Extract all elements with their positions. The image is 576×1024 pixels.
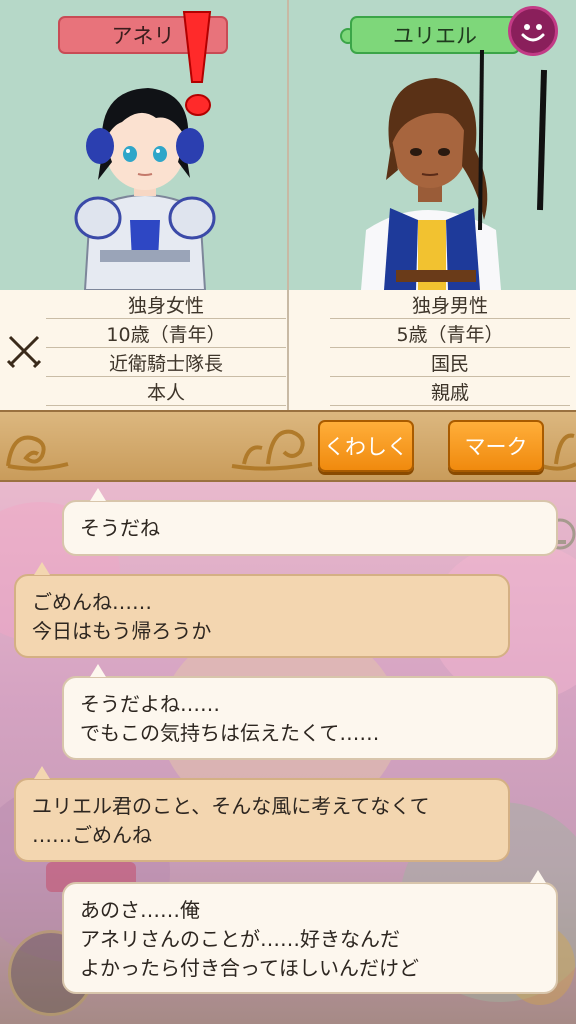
emotion-stroke-marks	[478, 49, 547, 231]
bubble-tail	[90, 488, 106, 501]
right-character-name: ユリエル	[393, 24, 477, 48]
left-character-profile: 独身女性 10歳（青年） 近衛騎士隊長 本人	[46, 290, 286, 406]
bubble-tail	[530, 870, 546, 883]
message-bubble-right[interactable]: あのさ……俺 アネリさんのことが……好きなんだ よかったら付き合ってほしいんだけ…	[62, 882, 558, 994]
left-character-avatar	[70, 70, 220, 294]
message-line: よかったら付き合ってほしいんだけど	[80, 956, 419, 980]
profile-row-relation: 親戚	[330, 377, 570, 406]
left-character-name: アネリ	[111, 24, 175, 48]
message-line: ……ごめんね	[32, 823, 152, 847]
message-line: でもこの気持ちは伝えたくて……	[80, 721, 380, 745]
profile-row-occupation: 国民	[330, 348, 570, 377]
bubble-tail	[34, 766, 50, 779]
profile-row-status: 独身女性	[46, 290, 286, 319]
message-bubble-right[interactable]: そうだよね…… でもこの気持ちは伝えたくて……	[62, 676, 558, 760]
message-line: そうだね	[80, 516, 160, 540]
scroll-ornament-icon	[2, 414, 72, 482]
profile-row-age: 5歳（青年）	[330, 319, 570, 348]
message-bubble-left[interactable]: ごめんね…… 今日はもう帰ろうか	[14, 574, 510, 658]
message-line: 今日はもう帰ろうか	[32, 619, 212, 643]
scroll-ornament-icon	[228, 414, 314, 482]
message-line: そうだよね……	[80, 692, 220, 716]
profile-row-relation: 本人	[46, 377, 286, 406]
message-line: ごめんね……	[32, 590, 152, 614]
mark-button[interactable]: マーク	[448, 420, 544, 472]
message-bubble-left[interactable]: ユリエル君のこと、そんな風に考えてなくて ……ごめんね	[14, 778, 510, 862]
message-line: ユリエル君のこと、そんな風に考えてなくて	[32, 794, 430, 818]
scroll-ornament-icon	[540, 414, 576, 482]
right-character-profile: 独身男性 5歳（青年） 国民 親戚	[330, 290, 570, 406]
profile-row-occupation: 近衛騎士隊長	[46, 348, 286, 377]
bubble-tail	[34, 562, 50, 575]
message-line: アネリさんのことが……好きなんだ	[80, 927, 400, 951]
profile-row-age: 10歳（青年）	[46, 319, 286, 348]
profile-row-status: 独身男性	[330, 290, 570, 319]
column-divider	[287, 0, 289, 410]
mark-button-label: マーク	[464, 435, 528, 459]
bubble-tail	[90, 664, 106, 677]
crossed-swords-icon	[6, 333, 42, 373]
message-bubble-right[interactable]: そうだね	[62, 500, 558, 556]
details-button-label: くわしく	[324, 435, 408, 459]
message-line: あのさ……俺	[80, 898, 200, 922]
details-button[interactable]: くわしく	[318, 420, 414, 472]
